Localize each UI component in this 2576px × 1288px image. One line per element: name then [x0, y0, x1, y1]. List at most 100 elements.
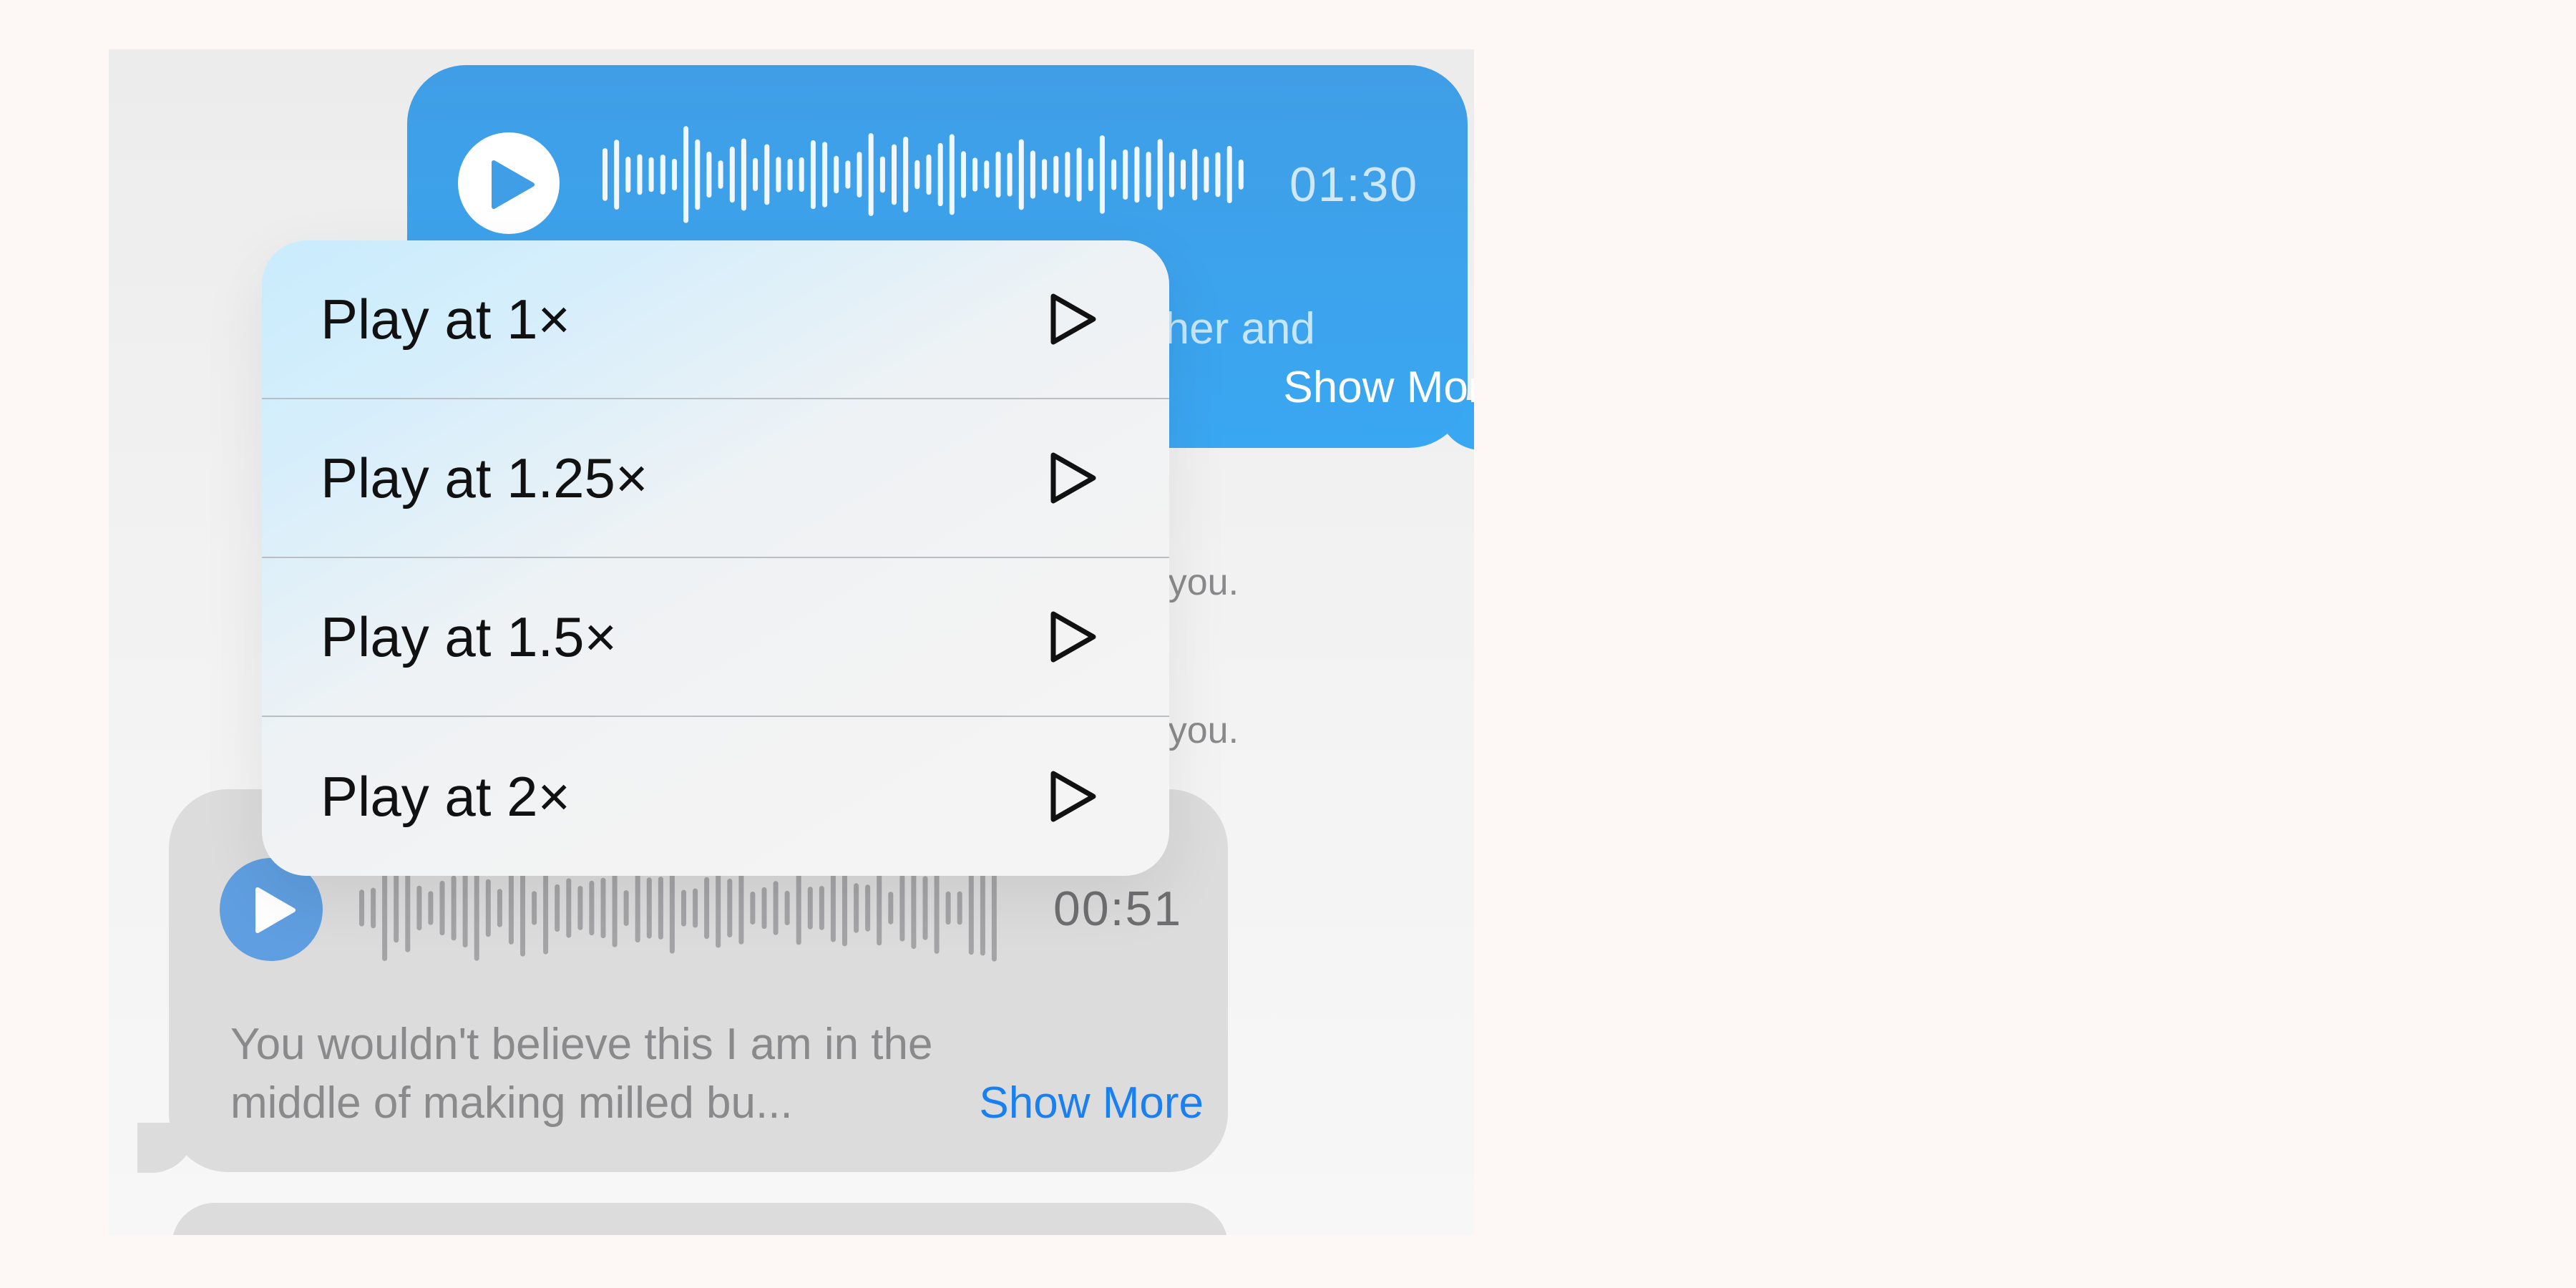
outgoing-waveform[interactable]: [602, 121, 1250, 250]
outgoing-play-button[interactable]: [458, 132, 560, 234]
waveform-bar: [614, 140, 620, 210]
incoming-show-more-link[interactable]: Show More: [979, 1074, 1204, 1133]
waveform-bar: [741, 138, 746, 211]
menu-item-label: Play at 1.25×: [321, 446, 648, 509]
menu-item-label: Play at 1.5×: [321, 605, 618, 668]
waveform-bar: [532, 891, 537, 925]
conversation-view: 01:30 ding on her and ... Show More ge f…: [109, 49, 1474, 1235]
menu-item-play-1x[interactable]: Play at 1×: [262, 240, 1169, 399]
waveform-bar: [1065, 152, 1070, 197]
waveform-bar: [888, 892, 894, 924]
waveform-bar: [727, 879, 733, 937]
waveform-bar: [566, 878, 572, 938]
waveform-bar: [718, 160, 723, 189]
waveform-bar: [830, 874, 836, 942]
waveform-bar: [693, 888, 698, 928]
waveform-bar: [949, 134, 955, 215]
incoming-transcript: You wouldn't believe this I am in the mi…: [230, 1015, 1204, 1133]
waveform-bar: [799, 157, 804, 192]
play-outline-icon: [1048, 452, 1098, 504]
waveform-bar: [451, 875, 457, 941]
waveform-bar: [635, 874, 640, 943]
waveform-bar: [750, 892, 756, 924]
waveform-bar: [911, 867, 917, 950]
play-icon: [492, 160, 535, 209]
waveform-bar: [857, 152, 862, 197]
waveform-bar: [903, 137, 909, 213]
waveform-bar: [658, 877, 663, 940]
waveform-bar: [669, 862, 675, 954]
waveform-bar: [796, 871, 801, 945]
waveform-bar: [589, 880, 595, 936]
waveform-bar: [704, 877, 710, 940]
waveform-bar: [842, 869, 847, 947]
waveform-bar: [1157, 139, 1163, 210]
waveform-bar: [660, 155, 665, 195]
waveform-bar: [1204, 156, 1209, 193]
waveform-bar: [672, 158, 677, 191]
waveform-bar: [729, 146, 735, 203]
waveform-bar: [612, 869, 618, 947]
waveform-bar: [1226, 145, 1232, 203]
waveform-bar: [972, 157, 978, 192]
waveform-bar: [716, 868, 721, 948]
waveform-bar: [462, 869, 468, 947]
waveform-bar: [371, 887, 376, 929]
waveform-bar: [359, 889, 364, 927]
waveform-bar: [1134, 146, 1140, 203]
incoming-transcript-line: middle of making milled bu...: [230, 1078, 793, 1128]
waveform-bar: [683, 126, 689, 223]
waveform-bar: [738, 872, 744, 945]
waveform-bar: [926, 154, 932, 195]
waveform-bar: [681, 889, 686, 927]
waveform-bar: [753, 157, 758, 191]
waveform-bar: [1053, 155, 1059, 194]
waveform-bar: [961, 151, 966, 198]
waveform-bar: [922, 876, 928, 940]
waveform-bar: [764, 144, 770, 205]
waveform-bar: [394, 873, 399, 943]
waveform-bar: [439, 880, 445, 936]
waveform-bar: [1169, 152, 1174, 197]
waveform-bar: [428, 891, 434, 925]
waveform-bar: [868, 133, 874, 216]
waveform-bar: [405, 864, 411, 952]
playback-speed-menu: Play at 1× Play at 1.25× Play at 1.5× Pl…: [262, 240, 1169, 876]
waveform-bar: [648, 157, 654, 192]
waveform-bar: [1111, 159, 1117, 190]
menu-item-play-1-25x[interactable]: Play at 1.25×: [262, 399, 1169, 558]
waveform-bar: [899, 874, 905, 942]
waveform-bar: [637, 154, 643, 195]
outgoing-show-more-link[interactable]: Show More: [1283, 358, 1474, 417]
waveform-bar: [822, 142, 828, 208]
play-icon: [255, 887, 296, 933]
waveform-bar: [945, 891, 951, 925]
waveform-bar: [706, 151, 712, 198]
waveform-bar: [623, 890, 629, 926]
waveform-bar: [807, 887, 813, 930]
waveform-bar: [934, 862, 940, 954]
next-message-bubble[interactable]: [172, 1203, 1228, 1235]
waveform-bar: [602, 148, 608, 201]
waveform-bar: [914, 160, 920, 190]
waveform-bar: [625, 157, 631, 193]
waveform-bar: [508, 872, 514, 945]
waveform-bar: [984, 160, 990, 189]
waveform-bar: [773, 881, 779, 935]
waveform-bar: [761, 887, 767, 930]
menu-item-label: Play at 2×: [321, 764, 571, 828]
waveform-bar: [1030, 150, 1035, 199]
menu-item-play-2x[interactable]: Play at 2×: [262, 717, 1169, 876]
waveform-bar: [1192, 148, 1198, 201]
waveform-bar: [485, 879, 491, 937]
outgoing-duration: 01:30: [1289, 157, 1419, 212]
waveform-bar: [865, 884, 871, 932]
waveform-bar: [957, 891, 962, 925]
waveform-bar: [845, 160, 851, 189]
waveform-bar: [937, 142, 943, 207]
waveform-bar: [892, 144, 897, 205]
waveform-bar: [787, 158, 793, 191]
waveform-bar: [1123, 149, 1128, 200]
menu-item-play-1-5x[interactable]: Play at 1.5×: [262, 558, 1169, 717]
waveform-bar: [995, 151, 1001, 198]
